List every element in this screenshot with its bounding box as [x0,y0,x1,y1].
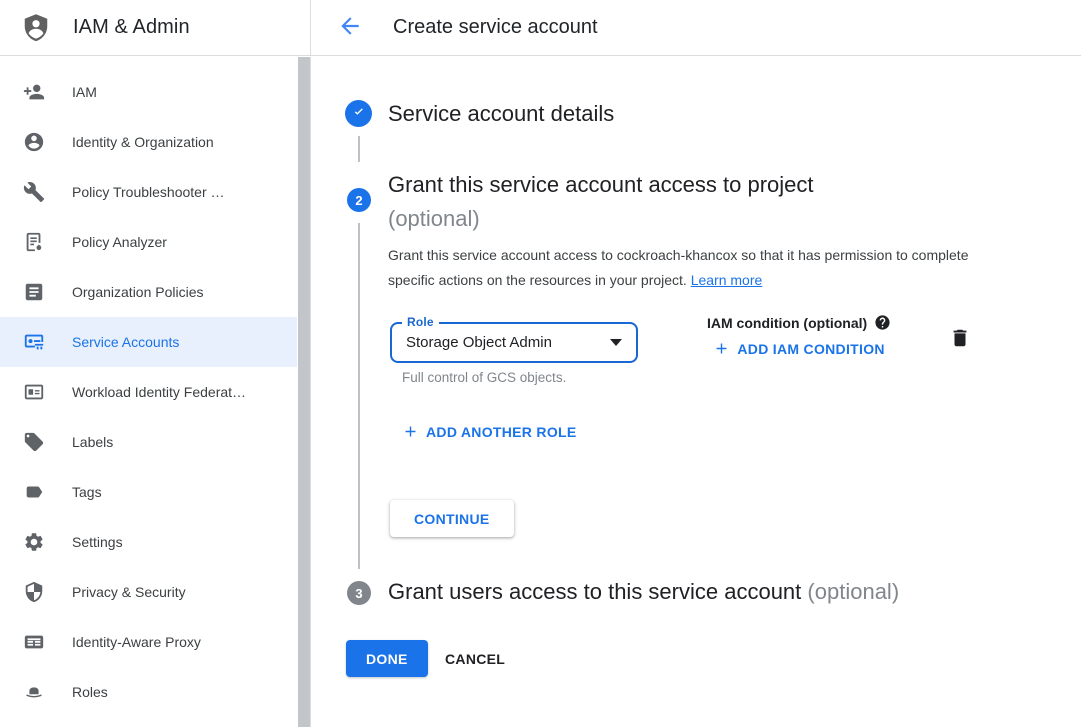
step3-title-text: Grant users access to this service accou… [388,579,801,604]
step2-title: Grant this service account access to pro… [388,168,814,236]
sidebar-item-roles[interactable]: Roles [0,667,297,717]
main-content: Service account details 2 Grant this ser… [312,57,1081,727]
top-header: IAM & Admin Create service account [0,0,1081,56]
plus-icon [713,340,730,357]
role-select[interactable]: Role Storage Object Admin [390,322,638,363]
header-left-section: IAM & Admin [0,0,311,55]
page-title: Create service account [393,16,598,39]
sidebar-item-label: IAM [72,84,97,100]
sidebar-item-label: Organization Policies [72,284,204,300]
sidebar-item-label: Identity & Organization [72,134,214,150]
sidebar-item-policy-troubleshooter[interactable]: Policy Troubleshooter … [0,167,297,217]
role-helper-text: Full control of GCS objects. [402,370,566,385]
sidebar-item-label: Roles [72,684,108,700]
step3-number-icon: 3 [347,581,371,605]
sidebar-item-workload-identity-federation[interactable]: Workload Identity Federat… [0,367,297,417]
sidebar-item-service-accounts[interactable]: Service Accounts [0,317,297,367]
role-field-label: Role [402,315,439,329]
sidebar-item-tags[interactable]: Tags [0,467,297,517]
step3-title: Grant users access to this service accou… [388,579,899,605]
step3-optional-label: (optional) [807,579,899,604]
sidebar-item-iam[interactable]: IAM [0,67,297,117]
proxy-grid-icon [22,630,46,654]
cancel-button[interactable]: CANCEL [433,640,517,677]
document-gear-icon [22,230,46,254]
create-service-account-page: IAM & Admin Create service account IAM [0,0,1081,727]
sidebar-item-label: Labels [72,434,113,450]
step2-description-text: Grant this service account access to coc… [388,247,969,288]
iam-admin-shield-icon [21,13,51,43]
step-connector-line [358,136,360,162]
sidebar: IAM Identity & Organization Policy Troub… [0,57,311,727]
sidebar-item-label: Privacy & Security [72,584,186,600]
iam-condition-label-text: IAM condition (optional) [707,315,867,331]
shield-icon [22,580,46,604]
card-icon [22,380,46,404]
add-another-role-button[interactable]: ADD ANOTHER ROLE [402,423,577,440]
add-iam-condition-label: ADD IAM CONDITION [737,341,884,357]
sidebar-item-label: Identity-Aware Proxy [72,634,201,650]
iam-condition-label: IAM condition (optional) [707,314,891,331]
scrollbar-thumb[interactable] [298,57,310,727]
sidebar-item-label: Policy Troubleshooter … [72,184,225,200]
done-button[interactable]: DONE [346,640,428,677]
help-icon[interactable] [874,314,891,331]
sidebar-item-identity-organization[interactable]: Identity & Organization [0,117,297,167]
account-circle-icon [22,130,46,154]
service-account-key-icon [22,330,46,354]
sidebar-item-settings[interactable]: Settings [0,517,297,567]
add-another-role-label: ADD ANOTHER ROLE [426,424,577,440]
sidebar-item-label: Policy Analyzer [72,234,167,250]
header-right-section: Create service account [311,0,1081,55]
hat-icon [22,680,46,704]
continue-button[interactable]: CONTINUE [390,500,514,537]
learn-more-link[interactable]: Learn more [691,272,763,288]
person-add-icon [22,80,46,104]
sidebar-nav: IAM Identity & Organization Policy Troub… [0,67,297,717]
chevron-down-icon [610,339,622,346]
step2-title-text: Grant this service account access to pro… [388,168,814,202]
sidebar-scrollbar[interactable] [297,57,310,727]
iam-condition-block: IAM condition (optional) ADD IAM CONDITI… [707,314,891,357]
label-tag-icon [22,430,46,454]
step1-completed-icon [345,100,372,127]
tag-arrow-icon [22,480,46,504]
step2-optional-label: (optional) [388,202,814,236]
step3-number: 3 [355,586,362,601]
sidebar-item-label: Tags [72,484,102,500]
article-icon [22,280,46,304]
step-connector-line [358,223,360,569]
sidebar-item-labels[interactable]: Labels [0,417,297,467]
trash-icon [949,337,971,352]
back-button[interactable] [337,15,363,41]
step1-title: Service account details [388,101,614,127]
plus-icon [402,423,419,440]
sidebar-item-policy-analyzer[interactable]: Policy Analyzer [0,217,297,267]
sidebar-item-privacy-security[interactable]: Privacy & Security [0,567,297,617]
sidebar-item-organization-policies[interactable]: Organization Policies [0,267,297,317]
gear-icon [22,530,46,554]
sidebar-item-label: Service Accounts [72,334,179,350]
role-selected-value: Storage Object Admin [406,334,610,351]
sidebar-item-label: Workload Identity Federat… [72,384,246,400]
add-iam-condition-button[interactable]: ADD IAM CONDITION [713,340,884,357]
delete-role-button[interactable] [949,327,971,351]
step2-description: Grant this service account access to coc… [388,243,986,293]
app-title: IAM & Admin [73,16,190,39]
sidebar-item-identity-aware-proxy[interactable]: Identity-Aware Proxy [0,617,297,667]
check-icon [351,104,367,123]
step2-number: 2 [355,193,362,208]
wrench-icon [22,180,46,204]
back-arrow-icon [337,13,363,42]
step2-number-icon: 2 [347,188,371,212]
sidebar-item-label: Settings [72,534,123,550]
